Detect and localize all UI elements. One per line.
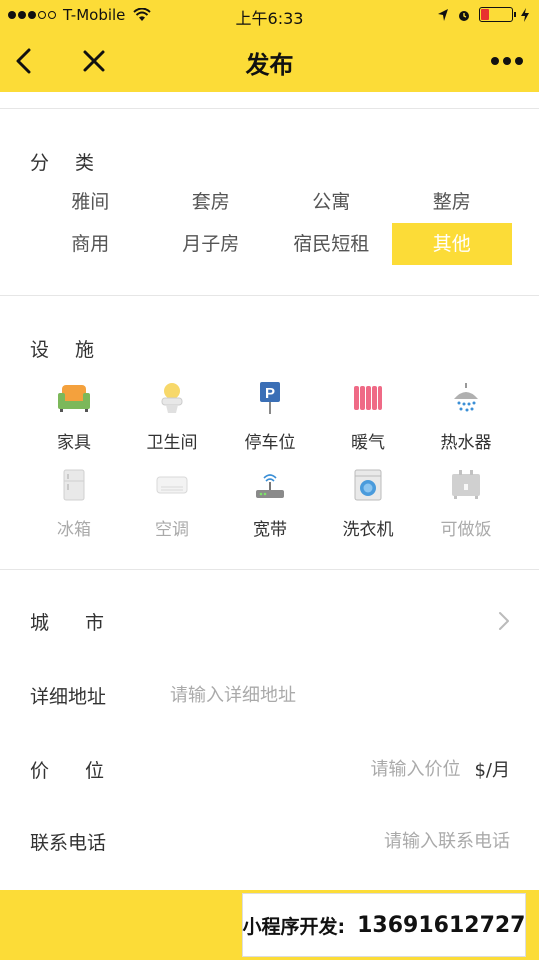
facility-label: 暖气 — [351, 433, 385, 453]
category-gongyu[interactable]: 公寓 — [271, 181, 392, 223]
divider — [0, 295, 539, 296]
watermark-text: 小程序开发: — [242, 915, 346, 938]
address-input[interactable] — [170, 684, 510, 706]
location-arrow-icon — [438, 8, 448, 21]
facilities-title: 设施 — [30, 339, 121, 361]
router-icon — [252, 467, 288, 503]
parking-icon: P — [252, 380, 288, 416]
chevron-right-icon — [498, 611, 510, 635]
facility-water-heater[interactable]: 热水器 — [417, 380, 515, 453]
city-label: 城市 — [30, 611, 141, 634]
facility-broadband[interactable]: 宽带 — [221, 467, 319, 540]
facility-label: 热水器 — [440, 433, 492, 453]
alarm-icon — [459, 10, 469, 21]
price-unit: $/月 — [474, 760, 510, 781]
phone-input[interactable] — [170, 830, 510, 852]
divider — [0, 108, 539, 109]
category-yuezifang[interactable]: 月子房 — [151, 223, 272, 265]
price-input[interactable] — [170, 758, 461, 780]
facility-toilet[interactable]: 卫生间 — [123, 380, 221, 453]
category-zhengfang[interactable]: 整房 — [392, 181, 513, 223]
navigation-bar: 发布 — [0, 30, 539, 92]
page-title: 发布 — [245, 51, 294, 79]
facility-label: 卫生间 — [146, 433, 198, 453]
category-sumin-duanzu[interactable]: 宿民短租 — [271, 223, 392, 265]
more-button[interactable] — [489, 45, 525, 77]
category-shangyong[interactable]: 商用 — [30, 223, 151, 265]
charging-icon — [521, 7, 529, 22]
facility-label: 家具 — [57, 433, 91, 453]
category-taofang[interactable]: 套房 — [151, 181, 272, 223]
toilet-icon — [154, 380, 190, 416]
battery-level — [481, 9, 489, 20]
facility-fridge[interactable]: 冰箱 — [25, 467, 123, 540]
shower-icon — [448, 380, 484, 416]
facility-cooking[interactable]: 可做饭 — [417, 467, 515, 540]
watermark-overlay: 小程序开发: 13691612727 — [242, 893, 526, 957]
category-row: 商用 月子房 宿民短租 其他 — [30, 223, 512, 265]
facility-heating[interactable]: 暖气 — [319, 380, 417, 453]
address-label: 详细地址 — [30, 685, 107, 708]
sofa-icon — [56, 380, 92, 416]
facility-label: 洗衣机 — [342, 520, 394, 540]
facility-label: 宽带 — [253, 520, 287, 540]
watermark-phone: 13691612727 — [357, 912, 526, 938]
facility-label: 可做饭 — [440, 520, 492, 540]
air-conditioner-icon — [154, 467, 190, 503]
phone-row: 联系电话 — [30, 821, 510, 861]
more-icon — [491, 57, 523, 65]
washing-machine-icon — [350, 467, 386, 503]
phone-label: 联系电话 — [30, 831, 107, 854]
status-bar: T-Mobile 上午6:33 — [0, 0, 539, 30]
facility-furniture[interactable]: 家具 — [25, 380, 123, 453]
category-row: 雅间 套房 公寓 整房 — [30, 181, 512, 223]
stove-icon — [448, 467, 484, 503]
category-yajian[interactable]: 雅间 — [30, 181, 151, 223]
facility-air-conditioner[interactable]: 空调 — [123, 467, 221, 540]
status-right — [429, 7, 529, 22]
facility-washing-machine[interactable]: 洗衣机 — [319, 467, 417, 540]
divider — [0, 569, 539, 570]
category-qita-selected[interactable]: 其他 — [391, 223, 512, 265]
svg-text:P: P — [265, 385, 275, 402]
price-row: 价位 $/月 — [30, 749, 510, 789]
facility-row: 家具 卫生间 P 停车位 暖气 热水器 — [25, 380, 515, 453]
city-row[interactable]: 城市 — [30, 601, 510, 641]
fridge-icon — [56, 467, 92, 503]
price-label: 价位 — [30, 759, 141, 782]
address-row: 详细地址 — [30, 675, 510, 715]
facility-row: 冰箱 空调 宽带 洗衣机 可做饭 — [25, 467, 515, 540]
heater-icon — [350, 380, 386, 416]
facility-label: 停车位 — [244, 433, 296, 453]
category-title: 分类 — [30, 152, 121, 174]
facility-label: 空调 — [155, 520, 189, 540]
facility-label: 冰箱 — [57, 520, 91, 540]
battery-icon — [479, 7, 516, 22]
facility-parking[interactable]: P 停车位 — [221, 380, 319, 453]
